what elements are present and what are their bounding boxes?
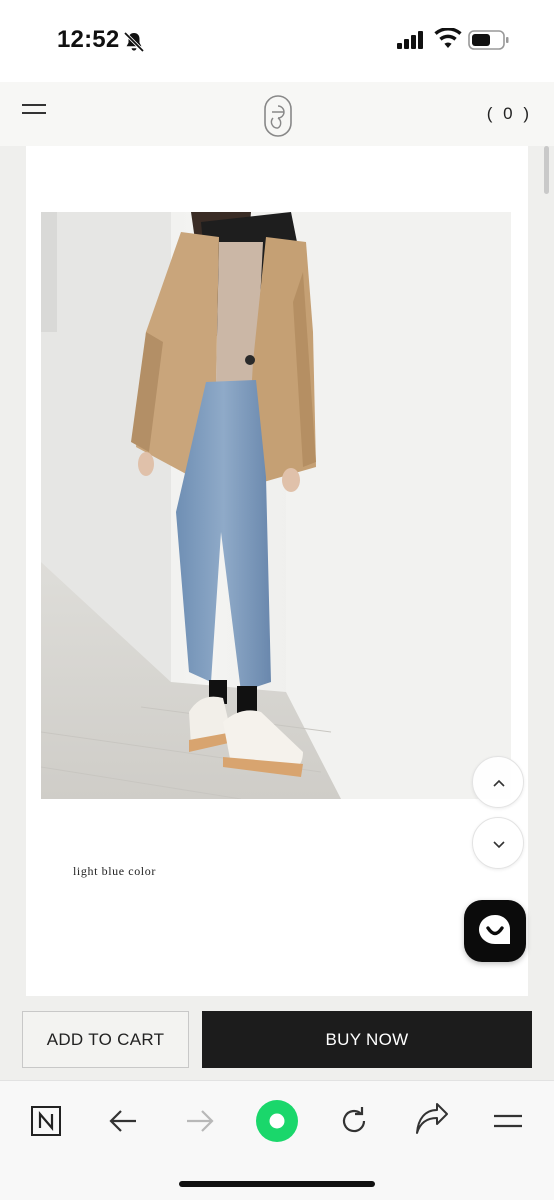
hamburger-menu-icon[interactable] — [22, 104, 46, 118]
cellular-signal-icon — [397, 31, 423, 49]
battery-icon — [468, 30, 509, 50]
brand-logo[interactable] — [263, 94, 293, 138]
chevron-down-icon — [493, 841, 505, 849]
cart-count[interactable]: ( 0 ) — [487, 104, 532, 124]
wifi-icon — [434, 28, 462, 48]
shop-header: ( 0 ) — [0, 82, 554, 146]
chevron-up-icon — [493, 779, 505, 787]
naver-n-icon[interactable] — [24, 1099, 68, 1143]
green-home-icon[interactable] — [255, 1099, 299, 1143]
scrollbar-thumb[interactable] — [544, 146, 549, 194]
forward-arrow-icon[interactable] — [178, 1099, 222, 1143]
menu-icon[interactable] — [486, 1099, 530, 1143]
scroll-up-button[interactable] — [472, 756, 524, 808]
product-caption: light blue color — [73, 864, 156, 878]
status-time: 12:52 — [57, 26, 120, 53]
product-photo — [41, 212, 511, 799]
add-to-cart-button[interactable]: ADD TO CART — [22, 1011, 189, 1068]
share-icon[interactable] — [409, 1099, 453, 1143]
reload-icon[interactable] — [332, 1099, 376, 1143]
chat-button[interactable] — [464, 900, 526, 962]
buy-now-button[interactable]: BUY NOW — [202, 1011, 532, 1068]
chat-bubble-icon — [479, 915, 510, 944]
scroll-down-button[interactable] — [472, 817, 524, 869]
back-arrow-icon[interactable] — [101, 1099, 145, 1143]
status-bar: 12:52 — [0, 0, 554, 82]
home-indicator[interactable] — [179, 1181, 375, 1187]
bell-slash-icon — [123, 31, 145, 53]
